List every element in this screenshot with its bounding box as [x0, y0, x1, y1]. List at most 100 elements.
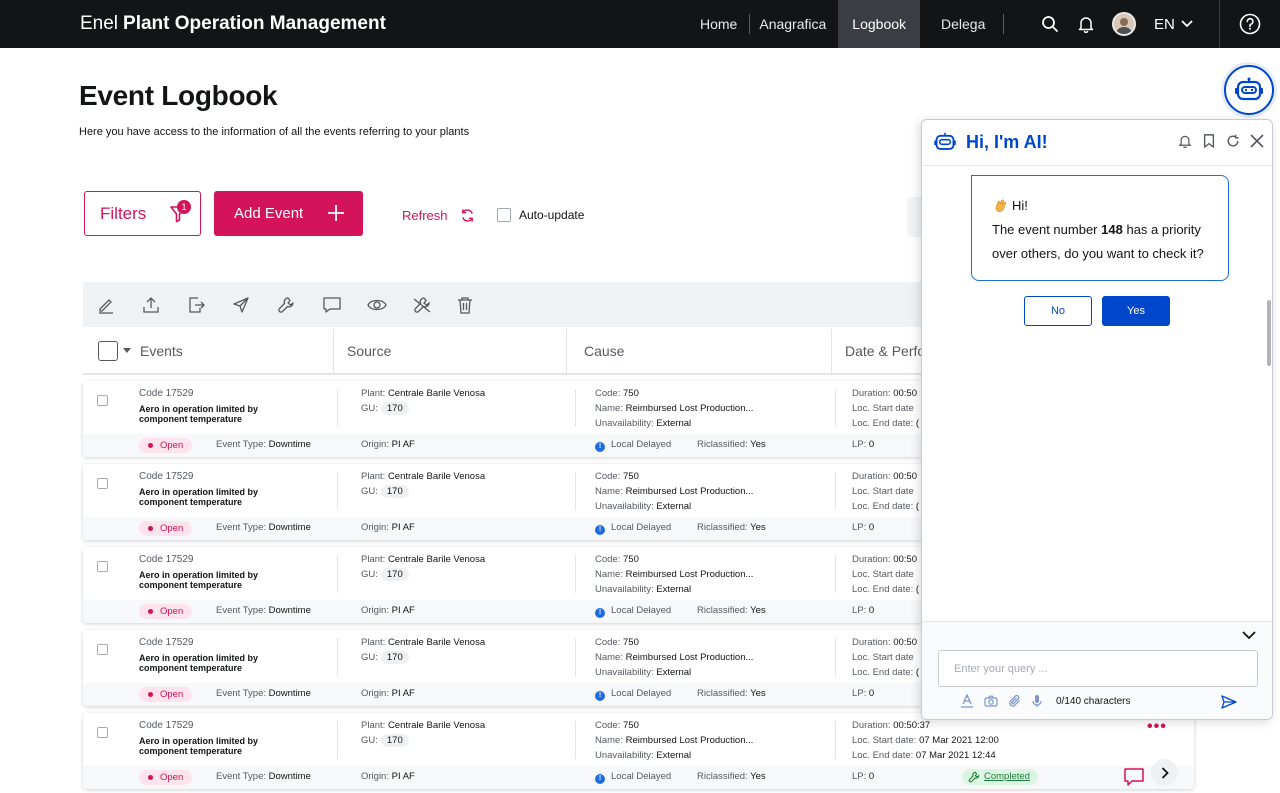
- nav-home[interactable]: Home: [688, 0, 749, 48]
- event-type: Event Type: Downtime: [216, 605, 311, 616]
- duration: Duration: 00:50: [852, 388, 917, 399]
- nav-delega[interactable]: Delega: [920, 0, 1003, 48]
- row-checkbox[interactable]: [97, 727, 108, 738]
- plus-icon: [328, 205, 344, 221]
- yes-button[interactable]: Yes: [1102, 296, 1170, 326]
- row-checkbox[interactable]: [97, 395, 108, 406]
- local-delayed: ! Local Delayed: [595, 522, 671, 535]
- column-divider: [575, 389, 576, 427]
- cause-code: Code: 750: [595, 388, 639, 399]
- event-code[interactable]: Code 17529: [139, 471, 194, 482]
- local-delayed: ! Local Delayed: [595, 688, 671, 701]
- top-icons: EN: [1036, 0, 1193, 48]
- row-checkbox[interactable]: [97, 478, 108, 489]
- chevron-right-icon: [1161, 766, 1169, 779]
- send-icon[interactable]: [232, 282, 277, 327]
- auto-update-checkbox[interactable]: [497, 208, 511, 222]
- event-number-link[interactable]: 148: [1101, 222, 1123, 237]
- language-label: EN: [1154, 15, 1175, 33]
- character-count: 0/140 characters: [1056, 695, 1131, 707]
- export-icon[interactable]: [187, 282, 232, 327]
- microphone-icon[interactable]: [1032, 694, 1042, 708]
- status-badge: Open: [139, 687, 193, 702]
- app-title: Plant Operation Management: [123, 13, 386, 34]
- auto-update-toggle[interactable]: Auto-update: [497, 208, 584, 222]
- row-checkbox[interactable]: [97, 561, 108, 572]
- event-code[interactable]: Code 17529: [139, 637, 194, 648]
- source-origin: Origin: PI AF: [361, 439, 415, 450]
- column-cause[interactable]: Cause: [584, 343, 624, 359]
- duration: Duration: 00:50: [852, 554, 917, 565]
- app-brand[interactable]: Enel Plant Operation Management: [80, 0, 386, 48]
- event-title: Aero in operation limited by component t…: [139, 487, 259, 507]
- refresh-button[interactable]: Refresh: [402, 208, 475, 223]
- nav-anagrafica[interactable]: Anagrafica: [750, 0, 838, 48]
- attachment-icon[interactable]: [1008, 694, 1022, 708]
- cause-name: Name: Reimbursed Lost Production...: [595, 486, 754, 497]
- local-end-date: Loc. End date: (: [852, 667, 920, 678]
- event-code[interactable]: Code 17529: [139, 554, 194, 565]
- open-row-button[interactable]: [1151, 759, 1178, 786]
- filters-button[interactable]: Filters 1: [84, 191, 201, 236]
- nav-logbook[interactable]: Logbook: [838, 0, 921, 48]
- search-icon[interactable]: [1036, 10, 1064, 38]
- column-date-performance[interactable]: Date & Perfo: [845, 343, 925, 359]
- refresh-icon[interactable]: [1225, 133, 1241, 149]
- cause-code: Code: 750: [595, 720, 639, 731]
- chevron-down-icon[interactable]: [1242, 631, 1256, 640]
- language-selector[interactable]: EN: [1154, 16, 1193, 33]
- text-format-icon[interactable]: [960, 694, 974, 708]
- row-checkbox[interactable]: [97, 644, 108, 655]
- select-all-checkbox[interactable]: [98, 341, 118, 361]
- comment-icon[interactable]: [322, 282, 367, 327]
- local-end-date: Loc. End date: (: [852, 501, 920, 512]
- chevron-down-icon[interactable]: [123, 348, 131, 353]
- scrollbar[interactable]: [1267, 300, 1271, 366]
- column-divider: [337, 638, 338, 676]
- event-code[interactable]: Code 17529: [139, 720, 194, 731]
- help-button[interactable]: [1219, 0, 1280, 48]
- add-event-button[interactable]: Add Event: [214, 191, 363, 236]
- upload-icon[interactable]: [142, 282, 187, 327]
- send-icon[interactable]: [1221, 695, 1237, 709]
- event-code[interactable]: Code 17529: [139, 388, 194, 399]
- column-source[interactable]: Source: [347, 343, 391, 359]
- bell-icon[interactable]: [1072, 10, 1100, 38]
- table-row[interactable]: Code 17529 Aero in operation limited by …: [83, 713, 1194, 789]
- camera-icon[interactable]: [984, 695, 998, 707]
- status-badge: Open: [139, 438, 193, 453]
- auto-update-label: Auto-update: [519, 208, 585, 222]
- more-options-icon[interactable]: •••: [1147, 718, 1167, 736]
- event-title: Aero in operation limited by component t…: [139, 653, 259, 673]
- event-title: Aero in operation limited by component t…: [139, 570, 259, 590]
- table-header: Events Source Cause Date & Perfo: [83, 327, 943, 375]
- ai-assistant-button[interactable]: [1224, 65, 1274, 115]
- duration: Duration: 00:50: [852, 471, 917, 482]
- avatar[interactable]: [1112, 12, 1136, 36]
- cause-unavailability: Unavailability: External: [595, 750, 692, 761]
- comment-icon[interactable]: [1123, 767, 1145, 787]
- source-gu: GU: 170: [361, 568, 409, 581]
- bookmark-icon[interactable]: [1201, 133, 1217, 149]
- completed-badge[interactable]: Completed: [962, 769, 1038, 785]
- add-event-label: Add Event: [234, 205, 304, 222]
- local-end-date: Loc. End date: (: [852, 418, 920, 429]
- cause-unavailability: Unavailability: External: [595, 418, 692, 429]
- close-icon[interactable]: [1249, 133, 1265, 149]
- column-divider: [835, 638, 836, 676]
- bell-icon[interactable]: [1177, 133, 1193, 149]
- view-icon[interactable]: [367, 282, 412, 327]
- source-gu: GU: 170: [361, 651, 409, 664]
- no-button[interactable]: No: [1024, 296, 1092, 326]
- wrench-icon[interactable]: [277, 282, 322, 327]
- source-gu: GU: 170: [361, 485, 409, 498]
- status-badge: Open: [139, 770, 193, 785]
- edit-icon[interactable]: [97, 282, 142, 327]
- tool-off-icon[interactable]: [412, 282, 457, 327]
- source-plant: Plant: Centrale Barile Venosa: [361, 554, 486, 565]
- delete-icon[interactable]: [457, 282, 502, 327]
- local-start-date: Loc. Start date: [852, 652, 914, 663]
- local-end-date: Loc. End date: (: [852, 584, 920, 595]
- query-input[interactable]: [938, 650, 1258, 687]
- column-events[interactable]: Events: [140, 343, 183, 359]
